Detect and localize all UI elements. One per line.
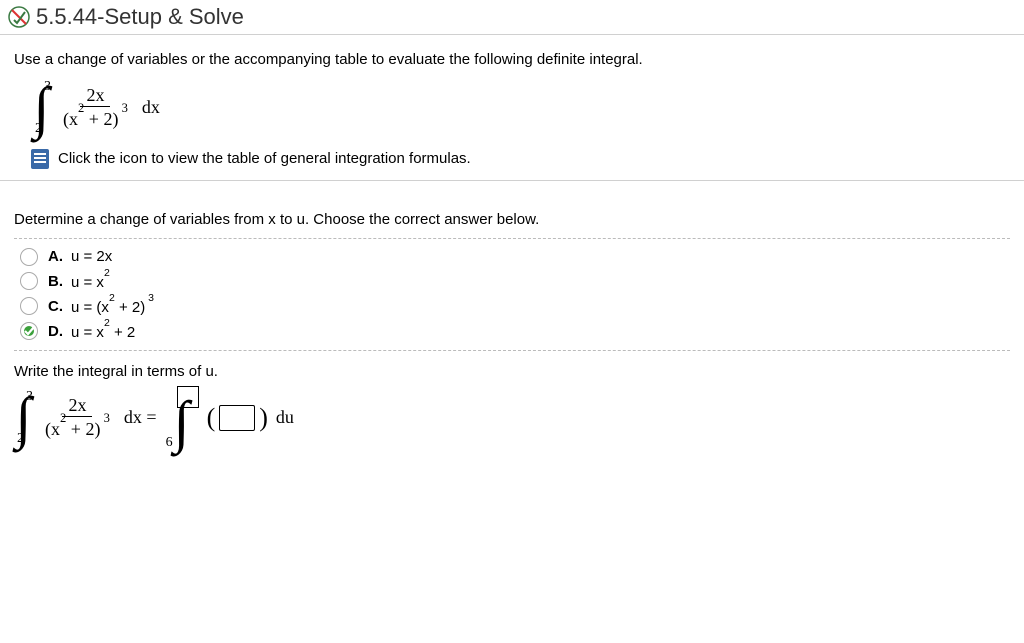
radio-c[interactable]	[20, 297, 38, 315]
radio-d[interactable]	[20, 322, 38, 340]
integral-sign-icon: ∫	[174, 406, 190, 438]
option-b[interactable]: B. u = x2	[14, 269, 1010, 294]
option-c-text: u = (x2 + 2) 3	[71, 297, 154, 316]
definite-integral: 3 ∫ 2 2x (x2 + 2) 3 dx	[32, 80, 1010, 136]
dx-equals: dx =	[124, 407, 157, 428]
option-d[interactable]: D. u = x2 + 2	[14, 319, 1010, 344]
content-area: Use a change of variables or the accompa…	[0, 35, 1024, 170]
option-a[interactable]: A. u = 2x	[14, 245, 1010, 269]
integrand-denominator: (x2 + 2) 3	[57, 107, 134, 130]
table-link-icon[interactable]	[30, 148, 50, 170]
integral-equation: 3 ∫ 2 2x (x2 + 2) 3 dx = ∫ 6 ( ) du	[14, 386, 1010, 450]
du-label: du	[276, 407, 294, 428]
integral-lower-bound: 2	[32, 122, 42, 136]
section-divider	[0, 180, 1024, 181]
page-header: 5.5.44-Setup & Solve	[0, 0, 1024, 35]
table-link-text[interactable]: Click the icon to view the table of gene…	[58, 150, 471, 167]
radio-a[interactable]	[20, 248, 38, 266]
integrand-numerator: 2x	[80, 85, 110, 107]
lhs-denominator: (x2 + 2) 3	[39, 417, 116, 440]
question-change-of-variables: Determine a change of variables from x t…	[14, 211, 1010, 228]
write-integral-prompt: Write the integral in terms of u.	[14, 363, 1010, 380]
problem-prompt: Use a change of variables or the accompa…	[14, 51, 1010, 68]
option-c[interactable]: C. u = (x2 + 2) 3	[14, 294, 1010, 319]
integrand-input[interactable]	[219, 405, 255, 431]
app-logo-icon	[8, 6, 30, 28]
option-d-text: u = x2 + 2	[71, 322, 135, 341]
page-title: 5.5.44-Setup & Solve	[36, 4, 244, 30]
radio-b[interactable]	[20, 272, 38, 290]
integral-sign-icon: ∫	[16, 402, 32, 434]
dx-label: dx	[142, 97, 160, 118]
option-b-text: u = x2	[71, 272, 110, 291]
lhs-lower: 2	[14, 432, 24, 446]
option-a-text: u = 2x	[71, 248, 112, 265]
answer-options: A. u = 2x B. u = x2 C. u = (x2 + 2) 3 D.…	[14, 238, 1010, 351]
lhs-numerator: 2x	[62, 395, 92, 417]
rhs-lower: 6	[163, 436, 173, 450]
integral-sign-icon: ∫	[34, 92, 50, 124]
